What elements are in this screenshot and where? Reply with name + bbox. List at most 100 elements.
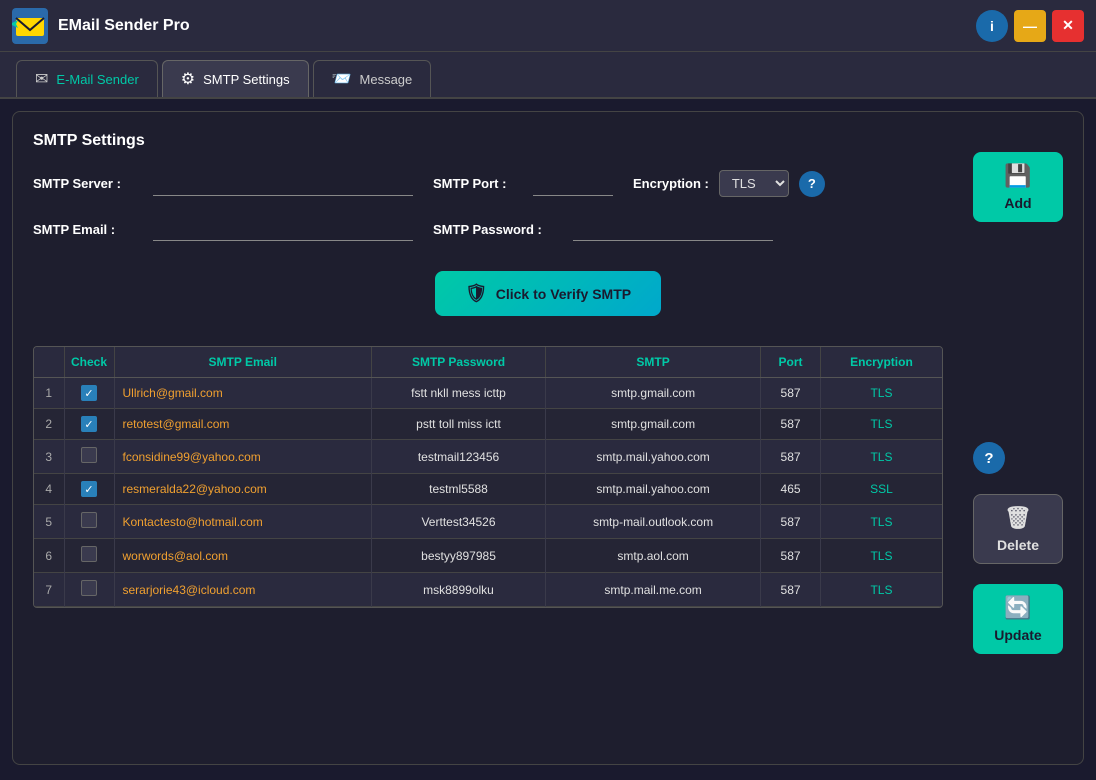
- row-check[interactable]: [64, 474, 114, 505]
- checkbox[interactable]: [81, 385, 97, 401]
- table-row: 1 Ullrich@gmail.com fstt nkll mess icttp…: [34, 378, 942, 409]
- row-encryption: TLS: [820, 409, 942, 440]
- row-password: testmail123456: [371, 440, 545, 474]
- smtp-password-input[interactable]: [573, 217, 773, 241]
- row-smtp: smtp.mail.yahoo.com: [546, 440, 761, 474]
- row-num: 1: [34, 378, 64, 409]
- row-email: serarjorie43@icloud.com: [114, 573, 371, 607]
- tab-message-label: Message: [360, 72, 413, 87]
- col-check: Check: [64, 347, 114, 378]
- smtp-table: Check SMTP Email SMTP Password SMTP Port…: [34, 347, 942, 607]
- checkbox[interactable]: [81, 481, 97, 497]
- title-bar: EMail Sender Pro i — ✕: [0, 0, 1096, 52]
- row-num: 3: [34, 440, 64, 474]
- update-btn-label: Update: [994, 627, 1041, 643]
- row-password: pstt toll miss ictt: [371, 409, 545, 440]
- encryption-label: Encryption :: [633, 176, 709, 191]
- table-row: 4 resmeralda22@yahoo.com testml5588 smtp…: [34, 474, 942, 505]
- tab-message[interactable]: 📨 Message: [313, 60, 432, 97]
- row-smtp: smtp.mail.me.com: [546, 573, 761, 607]
- row-check[interactable]: [64, 505, 114, 539]
- delete-btn-label: Delete: [997, 537, 1039, 553]
- form-row-1: SMTP Server : SMTP Port : Encryption : T…: [33, 170, 1063, 197]
- info-button[interactable]: i: [976, 10, 1008, 42]
- row-port: 587: [761, 440, 821, 474]
- tab-smtp-settings-label: SMTP Settings: [203, 72, 289, 87]
- row-smtp: smtp.mail.yahoo.com: [546, 474, 761, 505]
- password-label: SMTP Password :: [433, 222, 553, 237]
- smtp-settings-icon: ⚙: [181, 69, 195, 89]
- row-port: 587: [761, 539, 821, 573]
- row-smtp: smtp.gmail.com: [546, 409, 761, 440]
- row-smtp: smtp.gmail.com: [546, 378, 761, 409]
- row-check[interactable]: [64, 409, 114, 440]
- col-encryption: Encryption: [820, 347, 942, 378]
- row-encryption: TLS: [820, 539, 942, 573]
- row-email: retotest@gmail.com: [114, 409, 371, 440]
- row-encryption: TLS: [820, 440, 942, 474]
- tab-bar: ✉ E-Mail Sender ⚙ SMTP Settings 📨 Messag…: [0, 52, 1096, 99]
- row-email: worwords@aol.com: [114, 539, 371, 573]
- add-icon: 💾: [1004, 163, 1031, 189]
- add-button[interactable]: 💾 Add: [973, 152, 1063, 222]
- row-password: bestyy897985: [371, 539, 545, 573]
- minimize-button[interactable]: —: [1014, 10, 1046, 42]
- verify-smtp-button[interactable]: 🛡 Click to Verify SMTP: [435, 271, 661, 316]
- tab-email-sender[interactable]: ✉ E-Mail Sender: [16, 60, 158, 97]
- row-check[interactable]: [64, 539, 114, 573]
- smtp-table-container: Check SMTP Email SMTP Password SMTP Port…: [33, 346, 943, 608]
- email-sender-icon: ✉: [35, 69, 48, 89]
- row-password: Verttest34526: [371, 505, 545, 539]
- checkbox[interactable]: [81, 512, 97, 528]
- row-port: 587: [761, 378, 821, 409]
- table-row: 2 retotest@gmail.com pstt toll miss ictt…: [34, 409, 942, 440]
- col-smtp: SMTP: [546, 347, 761, 378]
- row-check[interactable]: [64, 378, 114, 409]
- encryption-help-button[interactable]: ?: [799, 171, 825, 197]
- row-email: fconsidine99@yahoo.com: [114, 440, 371, 474]
- verify-icon: 🛡: [465, 283, 488, 304]
- row-email: resmeralda22@yahoo.com: [114, 474, 371, 505]
- verify-btn-label: Click to Verify SMTP: [496, 286, 631, 302]
- row-encryption: TLS: [820, 378, 942, 409]
- checkbox[interactable]: [81, 447, 97, 463]
- smtp-server-input[interactable]: [153, 172, 413, 196]
- row-smtp: smtp-mail.outlook.com: [546, 505, 761, 539]
- form-row-2: SMTP Email : SMTP Password :: [33, 217, 1063, 241]
- delete-icon: 🗑: [1004, 505, 1032, 531]
- encryption-select[interactable]: TLS SSL None: [719, 170, 789, 197]
- row-num: 7: [34, 573, 64, 607]
- delete-button[interactable]: 🗑 Delete: [973, 494, 1063, 564]
- verify-btn-container: 🛡 Click to Verify SMTP: [33, 261, 1063, 336]
- col-password: SMTP Password: [371, 347, 545, 378]
- window-controls: i — ✕: [976, 10, 1084, 42]
- main-content: SMTP Settings SMTP Server : SMTP Port : …: [12, 111, 1084, 765]
- table-row: 3 fconsidine99@yahoo.com testmail123456 …: [34, 440, 942, 474]
- row-check[interactable]: [64, 440, 114, 474]
- update-icon: 🔄: [1004, 595, 1031, 621]
- row-check[interactable]: [64, 573, 114, 607]
- col-num: [34, 347, 64, 378]
- row-num: 6: [34, 539, 64, 573]
- close-button[interactable]: ✕: [1052, 10, 1084, 42]
- tab-smtp-settings[interactable]: ⚙ SMTP Settings: [162, 60, 309, 97]
- app-title: EMail Sender Pro: [58, 17, 976, 35]
- row-encryption: TLS: [820, 505, 942, 539]
- checkbox[interactable]: [81, 580, 97, 596]
- checkbox[interactable]: [81, 546, 97, 562]
- col-port: Port: [761, 347, 821, 378]
- row-encryption: SSL: [820, 474, 942, 505]
- table-row: 5 Kontactesto@hotmail.com Verttest34526 …: [34, 505, 942, 539]
- port-label: SMTP Port :: [433, 176, 513, 191]
- checkbox[interactable]: [81, 416, 97, 432]
- app-logo: [12, 8, 48, 44]
- side-buttons: 💾 Add ? 🗑 Delete 🔄 Update: [973, 152, 1063, 654]
- section-title: SMTP Settings: [33, 132, 1063, 150]
- table-help-button[interactable]: ?: [973, 442, 1005, 474]
- row-port: 587: [761, 505, 821, 539]
- smtp-port-input[interactable]: [533, 172, 613, 196]
- row-email: Ullrich@gmail.com: [114, 378, 371, 409]
- row-num: 2: [34, 409, 64, 440]
- update-button[interactable]: 🔄 Update: [973, 584, 1063, 654]
- smtp-email-input[interactable]: [153, 217, 413, 241]
